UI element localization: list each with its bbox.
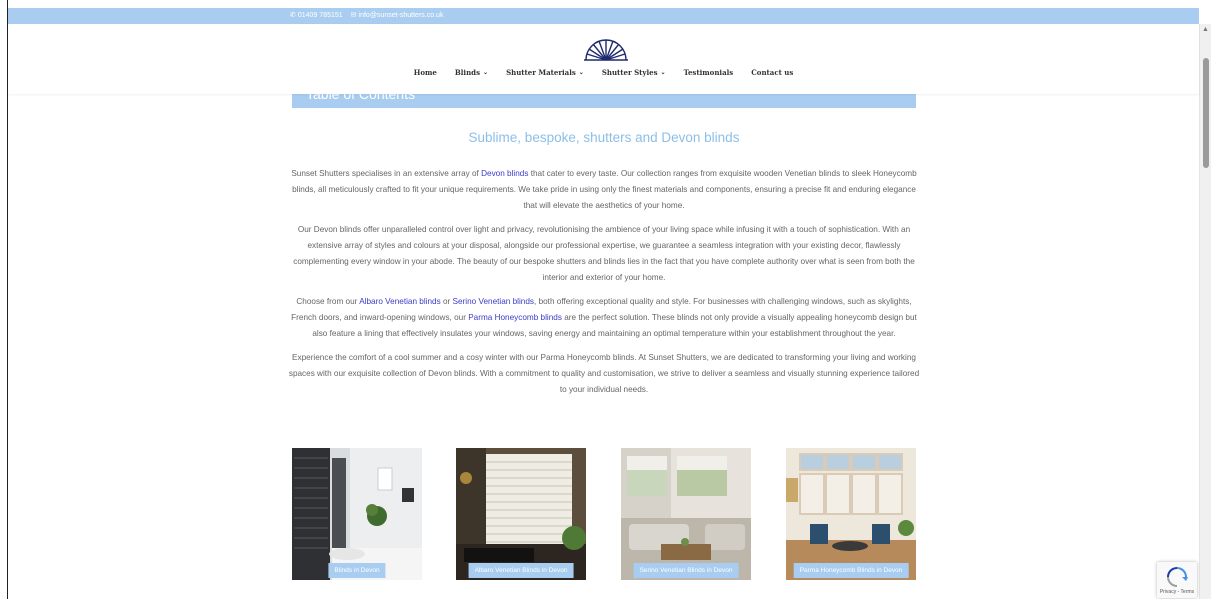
top-contact-bar: ✆ 01409 785151 ✉ info@sunset-shutters.co…	[8, 8, 1199, 24]
sunset-logo-icon[interactable]	[580, 36, 632, 62]
envelope-icon: ✉	[350, 12, 357, 19]
section-heading: Sublime, bespoke, shutters and Devon bli…	[468, 130, 740, 145]
nav-label: Testimonials	[683, 68, 734, 77]
albaro-venetian-blinds-link[interactable]: Albaro Venetian blinds	[359, 297, 440, 306]
gallery-card-serino-venetian[interactable]: Serino Venetian Blinds in Devon	[621, 448, 751, 580]
text: or	[440, 297, 453, 306]
nav-item-shutter-materials[interactable]: Shutter Materials ⌄	[506, 68, 584, 77]
contact-info: ✆ 01409 785151 ✉ info@sunset-shutters.co…	[290, 11, 444, 20]
gallery-card-blinds-in-devon[interactable]: Blinds in Devon	[292, 448, 422, 580]
parma-honeycomb-image	[786, 448, 916, 580]
nav-item-shutter-styles[interactable]: Shutter Styles ⌄	[602, 68, 666, 77]
nav-label: Home	[413, 68, 437, 77]
nav-label: Shutter Styles	[601, 68, 658, 77]
gallery-card-parma-honeycomb[interactable]: Parma Honeycomb Blinds in Devon	[786, 448, 916, 580]
nav-item-contact-us[interactable]: Contact us	[751, 68, 793, 77]
paragraph: Experience the comfort of a cool summer …	[288, 353, 920, 394]
main-navigation: Home Blinds ⌄ Shutter Materials ⌄ Shutter …	[8, 68, 1199, 77]
nav-label: Blinds	[454, 68, 481, 77]
recaptcha-badge[interactable]: Privacy - Terms	[1157, 562, 1197, 598]
text: Sunset Shutters specialises in an extens…	[291, 169, 482, 178]
product-gallery: Blinds in Devon Albaro Venetian Blinds i…	[292, 448, 916, 580]
intro-text: Sunset Shutters specialises in an extens…	[288, 166, 920, 406]
email-address: info@sunset-shutters.co.uk	[358, 11, 444, 19]
gallery-card-albaro-venetian[interactable]: Albaro Venetian Blinds in Devon	[456, 448, 586, 580]
parma-honeycomb-blinds-link[interactable]: Parma Honeycomb blinds	[468, 313, 562, 322]
scroll-up-arrow-icon[interactable]: ▲	[1202, 26, 1209, 33]
phone-number: 01409 785151	[297, 11, 343, 19]
paragraph: Sunset Shutters specialises in an extens…	[288, 166, 920, 214]
paragraph: Choose from our Albaro Venetian blinds o…	[288, 294, 920, 342]
chevron-down-icon: ⌄	[660, 69, 666, 76]
nav-item-testimonials[interactable]: Testimonials	[684, 68, 734, 77]
gallery-label: Parma Honeycomb Blinds in Devon	[793, 563, 909, 578]
gallery-label: Albaro Venetian Blinds in Devon	[468, 563, 574, 578]
serino-venetian-blinds-link[interactable]: Serino Venetian blinds	[453, 297, 534, 306]
email-link[interactable]: ✉ info@sunset-shutters.co.uk	[350, 11, 444, 20]
nav-item-home[interactable]: Home	[414, 68, 437, 77]
chevron-down-icon: ⌄	[483, 69, 489, 76]
scrollbar-thumb[interactable]	[1203, 58, 1209, 168]
albaro-venetian-image	[456, 448, 586, 580]
browser-window-edge	[0, 0, 8, 599]
nav-item-blinds[interactable]: Blinds ⌄	[455, 68, 488, 77]
vertical-scrollbar[interactable]: ▲	[1199, 24, 1211, 599]
recaptcha-icon	[1167, 567, 1188, 587]
text: Choose from our	[296, 297, 360, 306]
recaptcha-label: Privacy - Terms	[1159, 589, 1195, 595]
nav-label: Contact us	[751, 68, 794, 77]
paragraph: Our Devon blinds offer unparalleled cont…	[293, 225, 915, 282]
nav-label: Shutter Materials	[506, 68, 576, 77]
blinds-room-image	[292, 448, 422, 580]
devon-blinds-link[interactable]: Devon blinds	[481, 169, 528, 178]
gallery-label: Blinds in Devon	[328, 563, 386, 578]
phone-link[interactable]: ✆ 01409 785151	[290, 11, 343, 20]
site-header: Home Blinds ⌄ Shutter Materials ⌄ Shutter …	[8, 24, 1199, 94]
serino-venetian-image	[621, 448, 751, 580]
chevron-down-icon: ⌄	[578, 69, 584, 76]
phone-icon: ✆	[290, 12, 296, 19]
gallery-label: Serino Venetian Blinds in Devon	[633, 563, 739, 578]
